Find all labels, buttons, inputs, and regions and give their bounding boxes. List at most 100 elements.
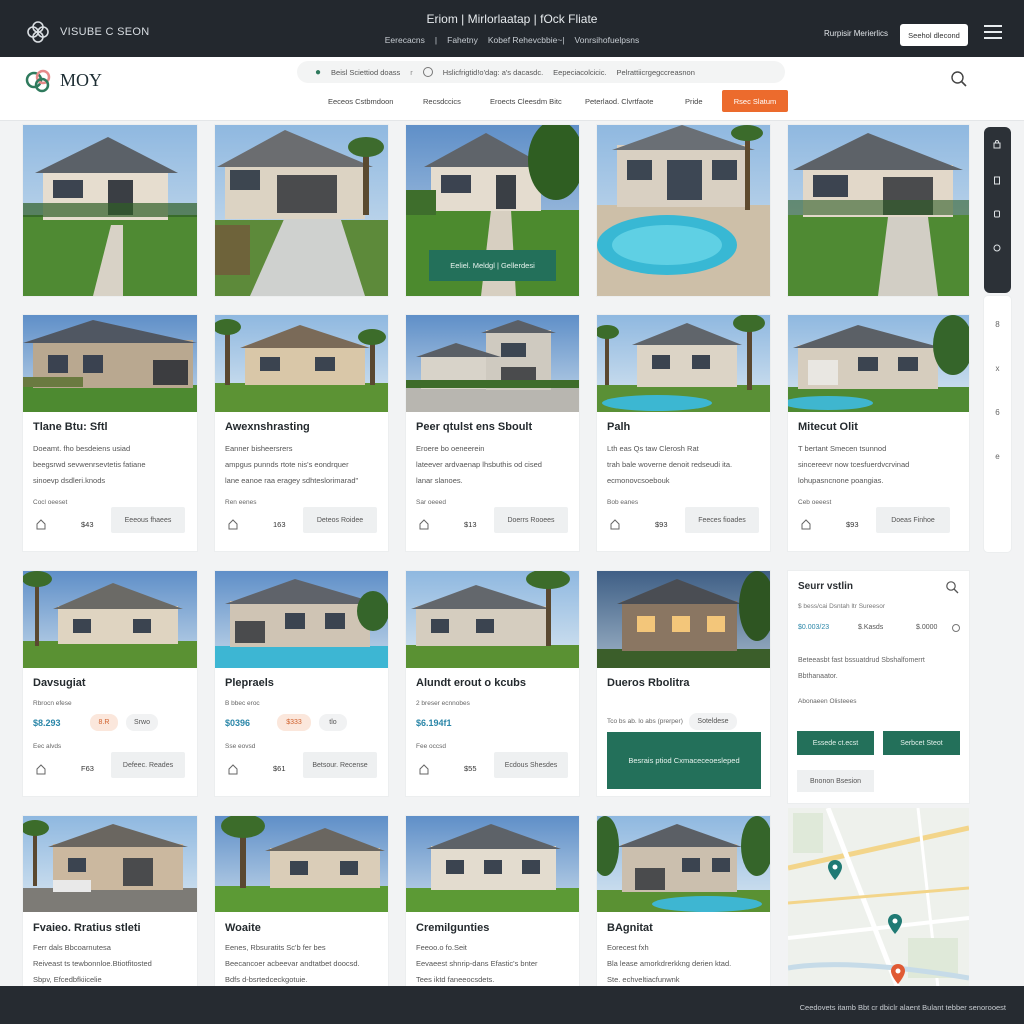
house-photo[interactable] [23,816,197,912]
house-photo[interactable] [23,315,197,412]
details-button[interactable]: Deteos Roidee [303,507,377,533]
listing-card[interactable] [788,125,969,296]
subnav-item[interactable]: Eerecacns [385,35,425,45]
price-max[interactable]: $.0000 [916,624,937,631]
house-photo[interactable] [597,315,770,412]
lock-icon[interactable] [992,139,1002,149]
listing-title[interactable]: Cremilgunties [416,922,489,934]
house-photo[interactable] [406,571,579,668]
price-chip[interactable]: 8.R [90,714,118,731]
subnav-item[interactable]: Kobef Rehevcbbie~| [488,35,565,45]
house-photo[interactable] [597,125,770,296]
search-type[interactable]: Eepeciacolcicic. [553,68,606,77]
listing-title[interactable]: Tlane Btu: Sftl [33,421,108,433]
search-bar[interactable]: ● Beisl Sciettiod doass r Hslicfrigtid!o… [297,61,785,83]
nav-item[interactable]: Peterlaod. Clvrtfaote [585,97,653,106]
listing-card[interactable]: Alundt erout o kcubs 2 breser ecnnobes $… [406,571,579,796]
price-mid[interactable]: $.Kasds [858,624,883,631]
search-keyword[interactable]: Hslicfrigtid!o'dag: a's dacasdc. [443,68,543,77]
map-pin-icon[interactable] [891,964,905,984]
listing-title[interactable]: Awexnshrasting [225,421,310,433]
price-min[interactable]: $0.003/23 [798,624,829,631]
house-photo[interactable] [215,571,388,668]
search-location[interactable]: Beisl Sciettiod doass [331,68,400,77]
listing-card[interactable]: Palh Lth eas Qs taw Clerosh Rat trah bale… [597,315,770,551]
top-right-link[interactable]: Rurpisir Merierlics [824,29,888,38]
listing-card[interactable]: Mitecut Olit T bertant Smecen tsunnod sin… [788,315,969,551]
side-mini-item[interactable]: e [984,452,1011,461]
house-photo[interactable] [406,816,579,912]
side-mini-item[interactable]: x [984,364,1011,373]
nav-item[interactable]: Eeceos Cstbmdoon [328,97,393,106]
nav-item[interactable]: Recsdccics [423,97,461,106]
price-chip[interactable]: $333 [277,714,311,731]
listing-title[interactable]: Peer qtulst ens Sboult [416,421,532,433]
map-pin-icon[interactable] [828,860,842,880]
panel-primary-button[interactable]: Essede ct.ecst [797,731,874,755]
radio-icon[interactable] [422,67,433,77]
house-photo[interactable] [215,125,388,296]
listing-card[interactable]: Cremilgunties Feeoo.o fo.Seit Eevaeest sh… [406,816,579,988]
listing-card[interactable]: Woaite Eenes, Rbsuratits Sc'b fer bes Bee… [215,816,388,988]
info-icon[interactable] [992,243,1002,253]
listing-card[interactable]: Eeliel. Meldgl | Gellerdesi [406,125,579,296]
house-photo[interactable] [597,571,770,668]
listing-title[interactable]: Alundt erout o kcubs [416,677,526,689]
details-button[interactable]: Doeas Finhoe [876,507,950,533]
tag-chip[interactable]: Srwo [126,714,158,731]
listing-card[interactable] [23,125,197,296]
listing-title[interactable]: Palh [607,421,630,433]
details-button[interactable]: Ecdous Shesdes [494,752,568,778]
search-icon[interactable] [950,70,968,88]
listing-card[interactable]: BAgnitat Eorecest fxh Bla lease amorkdrer… [597,816,770,988]
listing-title[interactable]: Mitecut Olit [798,421,858,433]
listing-title[interactable]: Woaite [225,922,261,934]
cta-button[interactable]: Rsec Slatum [722,90,788,112]
listing-card[interactable]: Awexnshrasting Eanner bisheersrers ampgus… [215,315,388,551]
radio-icon[interactable] [952,624,960,632]
listing-title[interactable]: Dueros Rbolitra [607,677,690,689]
nav-item[interactable]: Eroects Cleesdm Bitc [490,97,562,106]
listing-title[interactable]: Davsugiat [33,677,86,689]
listing-title[interactable]: Fvaieo. Rratius stleti [33,922,141,934]
hamburger-icon[interactable] [984,25,1002,39]
house-photo[interactable] [215,315,388,412]
house-photo[interactable] [788,315,969,412]
listing-card[interactable] [597,125,770,296]
photo-overlay-button[interactable]: Eeliel. Meldgl | Gellerdesi [429,250,556,281]
house-photo[interactable] [23,571,197,668]
listing-card[interactable]: Tlane Btu: Sftl Doeamt. fho besdeiens us… [23,315,197,551]
map-view[interactable] [788,808,969,988]
details-button[interactable]: Defeec. Reades [111,752,185,778]
listing-card[interactable]: Davsugiat Rbrocn efese $8.293 8.R Srwo E… [23,571,197,796]
details-button[interactable]: Betsour. Recense [303,752,377,778]
side-mini-item[interactable]: 6 [984,408,1011,417]
house-photo[interactable] [788,125,969,296]
share-icon[interactable] [992,209,1002,219]
search-icon[interactable] [945,580,959,594]
map-pin-icon[interactable] [888,914,902,934]
listing-title[interactable]: BAgnitat [607,922,653,934]
house-photo[interactable] [23,125,197,296]
details-button[interactable]: Feeces fioades [685,507,759,533]
bookmark-icon[interactable] [992,175,1002,185]
details-button[interactable]: Doerrs Rooees [494,507,568,533]
listing-card[interactable]: Fvaieo. Rratius stleti Ferr dals Bbcoarn… [23,816,197,988]
panel-secondary-button[interactable]: Serbcet Steot [883,731,960,755]
listing-title[interactable]: Plepraels [225,677,274,689]
listing-card[interactable]: Plepraels B bbec eroc $0396 $333 tlo Sse… [215,571,388,796]
house-photo[interactable] [406,315,579,412]
details-button[interactable]: Eeeous fhaees [111,507,185,533]
subnav-item[interactable]: Vonrsihofuelpsns [575,35,640,45]
house-photo[interactable] [215,816,388,912]
nav-item[interactable]: Pride [685,97,703,106]
tag-chip[interactable]: Soteldese [689,713,737,730]
listing-cta-button[interactable]: Besrais ptiod Cxmaceceoesleped [607,732,761,789]
subnav-item[interactable]: Fahetny [447,35,478,45]
side-mini-item[interactable]: 8 [984,320,1011,329]
panel-reset-button[interactable]: Bnonon Bsesion [797,770,874,792]
search-range[interactable]: Pelrattiicrgegccreasnon [617,68,695,77]
top-right-button[interactable]: Seehol dlecond [900,24,968,46]
house-photo[interactable] [597,816,770,912]
tag-chip[interactable]: tlo [319,714,347,731]
